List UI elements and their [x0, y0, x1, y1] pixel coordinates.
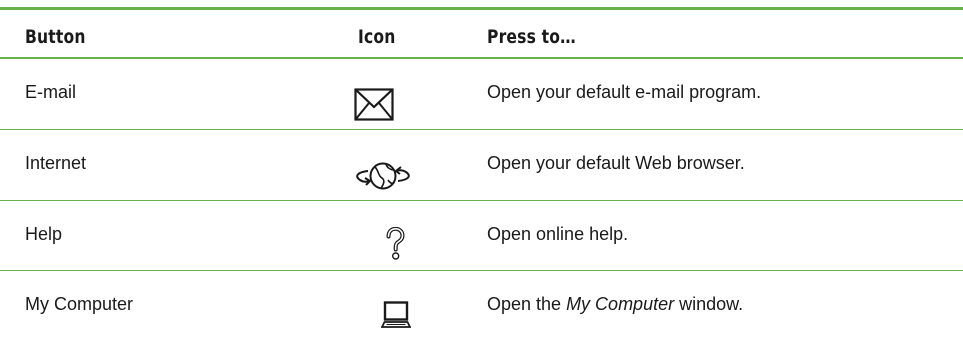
- button-name-help: Help: [25, 224, 63, 244]
- press-to-internet: Open your default Web browser.: [487, 153, 745, 173]
- envelope-icon: [354, 88, 394, 121]
- laptop-icon: [381, 301, 411, 329]
- press-to-prefix: Open the: [487, 294, 567, 314]
- press-to-suffix: window.: [674, 294, 744, 314]
- button-name-email: E-mail: [25, 82, 77, 102]
- globe-arrows-icon: [350, 158, 416, 194]
- question-mark-icon: [385, 227, 405, 261]
- header-icon: Icon: [358, 26, 396, 48]
- button-name-my-computer: My Computer: [25, 294, 134, 314]
- table-row-email: E-mail Open your default e-mail program.: [0, 59, 963, 130]
- header-button: Button: [25, 26, 86, 48]
- press-to-help: Open online help.: [487, 224, 629, 244]
- table-row-my-computer: My Computer Open the My Computer window.: [0, 271, 963, 355]
- table-header-row: Button Icon Press to…: [0, 10, 963, 59]
- press-to-window-name: My Computer: [566, 294, 675, 314]
- press-to-email: Open your default e-mail program.: [487, 82, 762, 102]
- header-press-to: Press to…: [487, 26, 576, 48]
- table-row-internet: Internet Open your default Web browser.: [0, 130, 963, 201]
- table-row-help: Help Open online help.: [0, 201, 963, 271]
- press-to-my-computer: Open the My Computer window.: [487, 293, 743, 315]
- button-name-internet: Internet: [25, 153, 87, 173]
